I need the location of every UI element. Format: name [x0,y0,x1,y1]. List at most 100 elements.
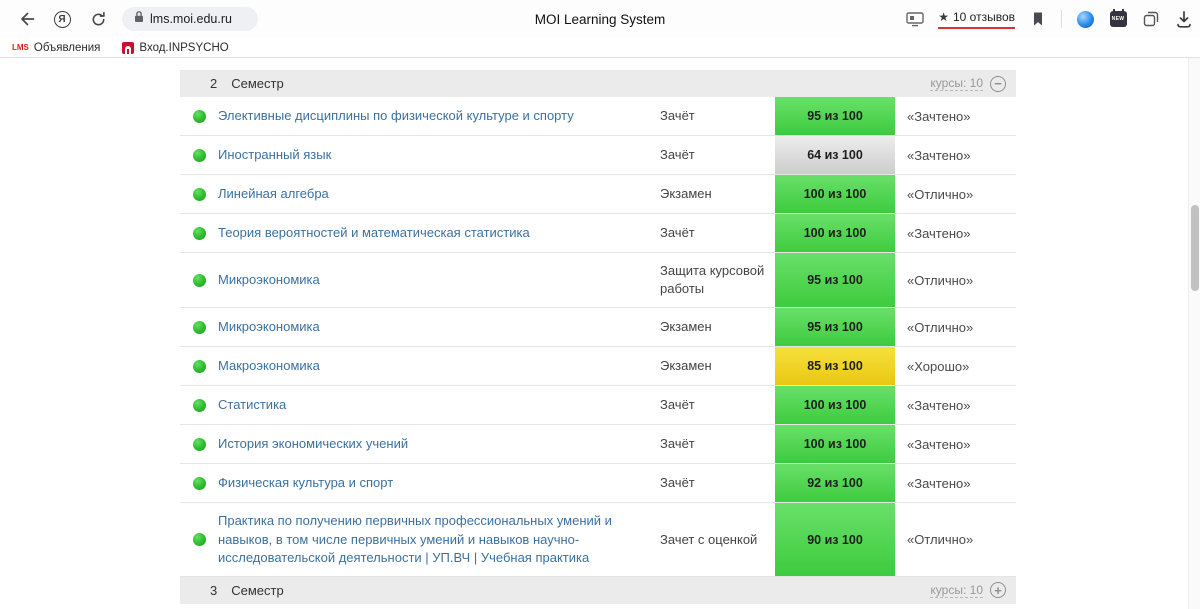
status-cell [180,214,218,252]
course-link[interactable]: Линейная алгебра [218,185,329,203]
collapse-icon[interactable]: − [990,76,1006,92]
bookmark-inpsycho[interactable]: Вход.INPSYCHO [122,42,228,54]
bookmark-label: Вход.INPSYCHO [139,42,228,54]
course-link[interactable]: Микроэкономика [218,318,320,336]
assessment-type: Зачёт [660,386,775,424]
course-name-cell: Линейная алгебра [218,175,660,213]
course-link[interactable]: Практика по получению первичных професси… [218,512,646,567]
address-bar[interactable]: lms.moi.edu.ru [122,7,258,31]
status-cell [180,175,218,213]
new-badge: NEW [1110,11,1127,27]
course-name-cell: Микроэкономика [218,308,660,346]
grade-text: «Зачтено» [895,214,1016,252]
lms-favicon: LMS [12,44,29,52]
yandex-alisa-icon[interactable]: Я [52,9,72,29]
status-cell [180,386,218,424]
lock-icon [134,10,144,28]
table-row: Практика по получению первичных професси… [180,503,1016,577]
course-link[interactable]: Статистика [218,396,286,414]
course-link[interactable]: Макроэкономика [218,357,320,375]
course-link[interactable]: Иностранный язык [218,146,331,164]
assessment-type: Зачёт [660,464,775,502]
course-name-cell: Физическая культура и спорт [218,464,660,502]
score-badge: 95 из 100 [775,308,895,346]
table-row: Микроэкономика Экзамен 95 из 100 «Отличн… [180,308,1016,347]
course-link[interactable]: История экономических учений [218,435,408,453]
courses-count-link[interactable]: курсы: 10 [930,583,983,598]
course-name-cell: Элективные дисциплины по физической куль… [218,97,660,135]
grades-table: 2 Семестр курсы: 10 − Элективные дисципл… [180,70,1016,604]
table-row: История экономических учений Зачёт 100 и… [180,425,1016,464]
bookmark-label: Объявления [34,42,101,54]
semester-number: 3 [210,583,217,598]
score-badge: 95 из 100 [775,97,895,135]
course-name-cell: Иностранный язык [218,136,660,174]
score-badge: 100 из 100 [775,175,895,213]
expand-icon[interactable]: + [990,582,1006,598]
status-dot-icon [193,188,206,201]
score-cell: 100 из 100 [775,386,895,424]
score-badge: 95 из 100 [775,253,895,307]
grade-text: «Отлично» [895,175,1016,213]
score-cell: 95 из 100 [775,253,895,307]
course-name-cell: Микроэкономика [218,253,660,307]
status-dot-icon [193,399,206,412]
score-cell: 90 из 100 [775,503,895,576]
score-cell: 92 из 100 [775,464,895,502]
assessment-type: Зачёт [660,136,775,174]
score-badge: 100 из 100 [775,386,895,424]
courses-count-link[interactable]: курсы: 10 [930,76,983,91]
performance-icon[interactable] [905,9,925,29]
reviews-badge[interactable]: ★ 10 отзывов [938,10,1015,29]
score-cell: 100 из 100 [775,175,895,213]
back-icon[interactable] [16,9,36,29]
status-cell [180,347,218,385]
course-link[interactable]: Физическая культура и спорт [218,474,393,492]
browser-globe-icon[interactable] [1075,9,1095,29]
score-badge: 90 из 100 [775,503,895,576]
bookmark-icon[interactable] [1028,9,1048,29]
inpsycho-favicon [122,42,134,54]
assessment-type: Экзамен [660,347,775,385]
bookmarks-bar: LMS Объявления Вход.INPSYCHO [0,38,1200,58]
browser-toolbar: Я lms.moi.edu.ru MOI Learning System ★ 1… [0,0,1200,38]
bookmark-announcements[interactable]: LMS Объявления [12,42,100,54]
score-badge: 100 из 100 [775,214,895,252]
url-text: lms.moi.edu.ru [150,12,232,26]
table-row: Статистика Зачёт 100 из 100 «Зачтено» [180,386,1016,425]
toolbar-separator [1061,10,1062,28]
semester-footer: 3 Семестр курсы: 10 + [180,577,1016,604]
status-cell [180,425,218,463]
grade-text: «Зачтено» [895,464,1016,502]
course-link[interactable]: Элективные дисциплины по физической куль… [218,107,574,125]
status-dot-icon [193,533,206,546]
refresh-icon[interactable] [88,9,108,29]
grade-text: «Зачтено» [895,136,1016,174]
status-dot-icon [193,227,206,240]
score-cell: 64 из 100 [775,136,895,174]
table-row: Микроэкономика Защита курсовой работы 95… [180,253,1016,308]
grade-text: «Зачтено» [895,425,1016,463]
calendar-new-icon[interactable]: NEW [1108,9,1128,29]
status-cell [180,253,218,307]
status-cell [180,503,218,576]
semester-label: Семестр [231,76,283,91]
grade-text: «Зачтено» [895,386,1016,424]
scrollbar-thumb[interactable] [1191,205,1199,291]
assessment-type: Экзамен [660,175,775,213]
table-row: Макроэкономика Экзамен 85 из 100 «Хорошо… [180,347,1016,386]
collections-icon[interactable] [1141,9,1161,29]
status-cell [180,97,218,135]
scrollbar-track[interactable] [1188,58,1200,609]
toolbar-right: ★ 10 отзывов NEW [905,0,1196,38]
globe-orb [1077,11,1094,28]
score-cell: 100 из 100 [775,425,895,463]
page-content: 2 Семестр курсы: 10 − Элективные дисципл… [0,58,1200,609]
grade-text: «Зачтено» [895,97,1016,135]
table-row: Элективные дисциплины по физической куль… [180,97,1016,136]
course-link[interactable]: Микроэкономика [218,271,320,289]
page-title: MOI Learning System [535,12,666,27]
course-link[interactable]: Теория вероятностей и математическая ста… [218,224,530,242]
status-cell [180,136,218,174]
download-icon[interactable] [1174,9,1194,29]
